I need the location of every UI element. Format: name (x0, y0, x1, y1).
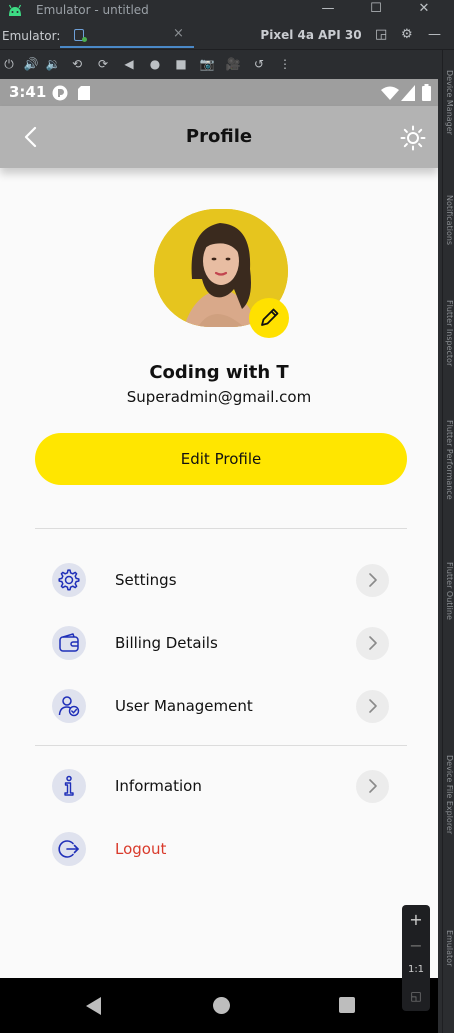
divider (35, 745, 407, 746)
power-icon[interactable]: ⏻ (0, 56, 18, 72)
nav-back-icon[interactable] (86, 997, 101, 1015)
sd-card-icon (78, 86, 90, 100)
hide-panel-icon[interactable]: — (428, 27, 441, 42)
device-tab[interactable]: Pixel 4a API 30 × (60, 24, 362, 48)
side-tab-flutter-outline[interactable]: Flutter Outline (444, 562, 454, 620)
settings-icon-circle (52, 563, 86, 597)
zoom-reset-button[interactable]: 1:1 (402, 964, 430, 975)
rotate-right-icon[interactable]: ⟳ (94, 56, 112, 72)
side-tab-flutter-performance[interactable]: Flutter Performance (444, 420, 454, 500)
chevron-right-icon (369, 779, 377, 793)
status-bar: 3:41 (0, 79, 438, 106)
pencil-icon (261, 308, 279, 326)
more-options-icon[interactable]: ⋮ (276, 56, 294, 72)
zoom-fit-icon[interactable]: ◱ (402, 989, 430, 1003)
maximize-button[interactable]: ☐ (366, 1, 386, 16)
device-status-dot (82, 37, 87, 42)
logout-icon (58, 840, 79, 858)
menu-item-billing-details[interactable]: Billing Details (0, 626, 438, 676)
signal-icon (401, 85, 415, 101)
side-tab-device-manager[interactable]: Device Manager (444, 70, 454, 135)
billing-icon-circle (52, 626, 86, 660)
menu-item-label: Information (115, 777, 202, 795)
home-icon[interactable]: ● (146, 56, 164, 72)
camera-icon[interactable]: 📷 (198, 56, 216, 72)
battery-icon (422, 84, 431, 101)
rotate-left-icon[interactable]: ⟲ (68, 56, 86, 72)
zoom-out-button[interactable]: − (402, 936, 430, 955)
minimize-button[interactable]: — (318, 1, 338, 16)
nav-home-icon[interactable] (213, 997, 230, 1014)
sun-icon[interactable] (400, 125, 426, 151)
emulator-label: Emulator: (2, 29, 61, 43)
record-icon[interactable]: 🎥 (224, 56, 242, 72)
app-bar: Profile (0, 106, 438, 168)
emulator-tabbar: Emulator: Pixel 4a API 30 × ◲ ⚙ — (0, 22, 454, 50)
page-title: Profile (185, 126, 253, 147)
side-tab-flutter-inspector[interactable]: Flutter Inspector (444, 300, 454, 366)
device-tab-label: Pixel 4a API 30 (260, 28, 362, 42)
menu-item-settings[interactable]: Settings (0, 563, 438, 613)
chevron-right-icon (369, 573, 377, 587)
menu-item-label: User Management (115, 697, 253, 715)
edit-profile-button[interactable]: Edit Profile (35, 433, 407, 485)
chevron-right-icon (369, 636, 377, 650)
nav-recents-icon[interactable] (339, 997, 355, 1013)
app-notification-icon (52, 85, 68, 101)
gear-icon (58, 569, 80, 591)
volume-up-icon[interactable]: 🔊 (22, 56, 40, 72)
info-icon (64, 775, 74, 796)
zoom-in-button[interactable]: + (402, 910, 430, 929)
wallet-icon (59, 633, 79, 652)
menu-item-user-management[interactable]: User Management (0, 689, 438, 739)
side-tab-notifications[interactable]: Notifications (444, 195, 454, 245)
window-title: Emulator - untitled (36, 3, 149, 17)
divider (35, 528, 407, 529)
system-navigation-bar (0, 978, 438, 1033)
android-icon (8, 4, 22, 16)
close-window-button[interactable]: ✕ (414, 1, 434, 16)
menu-item-label: Billing Details (115, 634, 218, 652)
information-icon-circle (52, 769, 86, 803)
profile-name: Coding with T (149, 362, 289, 383)
window-mode-icon[interactable]: ◲ (375, 27, 387, 42)
wifi-icon (381, 86, 399, 100)
gear-icon[interactable]: ⚙ (401, 27, 413, 42)
chevron-right-icon (369, 699, 377, 713)
side-tab-device-file-explorer[interactable]: Device File Explorer (444, 755, 454, 834)
tool-side-panel: Device Manager Notifications Flutter Ins… (442, 50, 454, 1033)
user-check-icon (58, 696, 80, 717)
side-tab-emulator[interactable]: Emulator (444, 930, 454, 966)
emulator-titlebar: Emulator - untitled — ☐ ✕ (0, 0, 454, 22)
logout-label: Logout (115, 840, 167, 858)
phone-screen: 3:41 Profile Coding with T Superadmin@gm… (0, 79, 438, 1033)
emulator-toolbar: ⏻ 🔊 🔉 ⟲ ⟳ ◀ ● ■ 📷 🎥 ↺ ⋮ (0, 50, 454, 78)
zoom-controls: + − 1:1 ◱ (402, 905, 430, 1011)
user-management-icon-circle (52, 689, 86, 723)
status-time: 3:41 (9, 83, 47, 101)
close-tab-icon[interactable]: × (173, 26, 184, 41)
profile-email: Superadmin@gmail.com (126, 388, 312, 406)
back-icon[interactable]: ◀ (120, 56, 138, 72)
chevron-right-button[interactable] (356, 770, 389, 803)
menu-item-information[interactable]: Information (0, 769, 438, 819)
chevron-right-button[interactable] (356, 564, 389, 597)
overview-icon[interactable]: ■ (172, 56, 190, 72)
menu-item-label: Settings (115, 571, 177, 589)
logout-icon-circle (52, 832, 86, 866)
volume-down-icon[interactable]: 🔉 (44, 56, 62, 72)
chevron-right-button[interactable] (356, 690, 389, 723)
snapshot-icon[interactable]: ↺ (250, 56, 268, 72)
edit-avatar-button[interactable] (249, 298, 289, 338)
menu-item-logout[interactable]: Logout (0, 832, 438, 882)
chevron-right-button[interactable] (356, 627, 389, 660)
